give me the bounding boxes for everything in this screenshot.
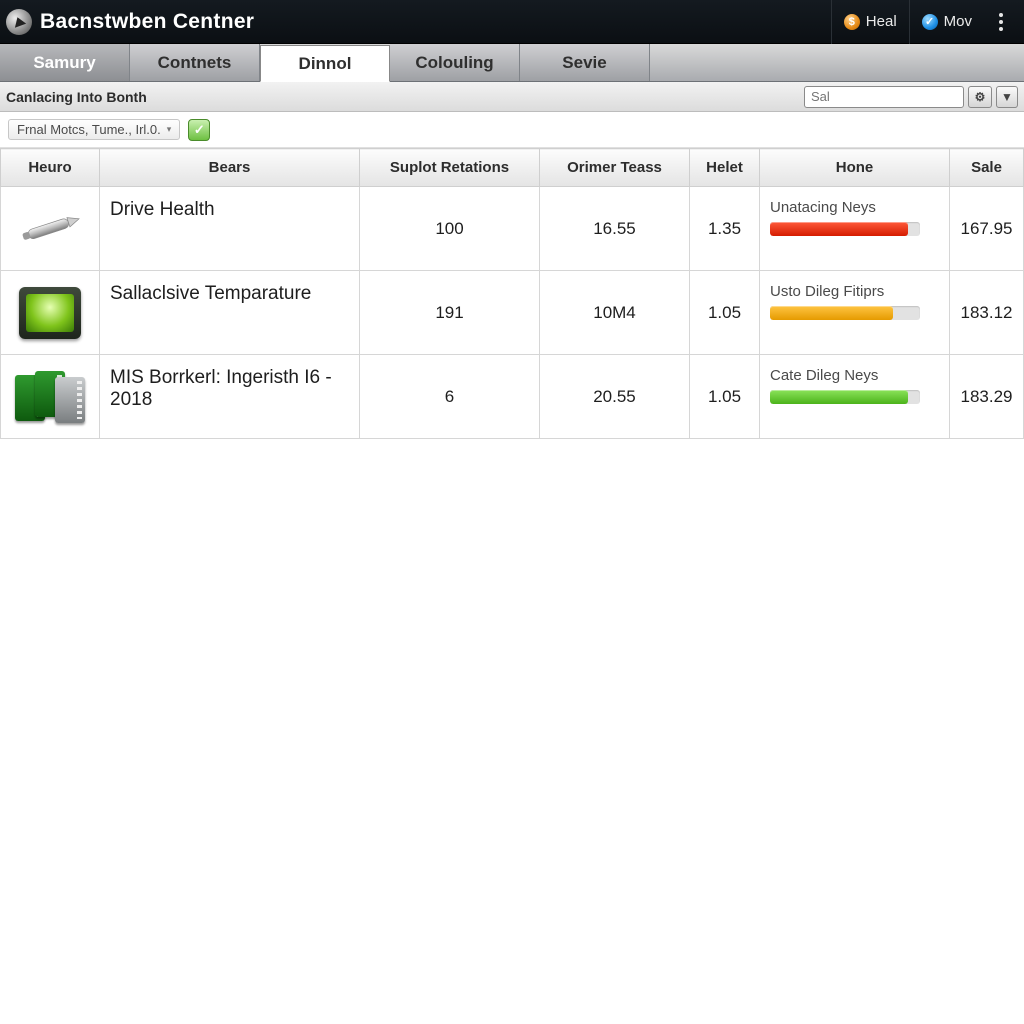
cell-icon bbox=[1, 271, 100, 355]
progress-fill bbox=[770, 222, 908, 236]
check-icon: ✓ bbox=[194, 122, 205, 138]
cell-icon bbox=[1, 187, 100, 271]
cell-helet: 1.35 bbox=[690, 187, 760, 271]
cell-helet: 1.05 bbox=[690, 271, 760, 355]
tab-colouling[interactable]: Colouling bbox=[390, 44, 520, 81]
progress-label: Usto Dileg Fitiprs bbox=[770, 283, 884, 300]
subheader-bar: Canlacing Into Bonth ⚙ ▼ bbox=[0, 82, 1024, 112]
col-bears[interactable]: Bears bbox=[100, 149, 360, 187]
chevron-down-icon: ▾ bbox=[167, 124, 172, 135]
heal-badge-icon: $ bbox=[844, 14, 860, 30]
breadcrumb: Canlacing Into Bonth bbox=[6, 89, 147, 105]
cell-icon bbox=[1, 355, 100, 439]
tab-dinnol[interactable]: Dinnol bbox=[260, 45, 390, 82]
filter-pill[interactable]: Frnal Motcs, Tume., Irl.0. ▾ bbox=[8, 119, 180, 140]
mov-button[interactable]: ✓ Mov bbox=[909, 0, 984, 44]
cell-orimer: 16.55 bbox=[540, 187, 690, 271]
col-orimer[interactable]: Orimer Teass bbox=[540, 149, 690, 187]
col-suplot[interactable]: Suplot Retations bbox=[360, 149, 540, 187]
cell-helet: 1.05 bbox=[690, 355, 760, 439]
col-hone[interactable]: Hone bbox=[760, 149, 950, 187]
progress-fill bbox=[770, 306, 893, 320]
tab-strip: Samury Contnets Dinnol Colouling Sevie bbox=[0, 44, 1024, 82]
sliders-icon: ⚙ bbox=[975, 90, 986, 104]
device-icon bbox=[11, 283, 89, 343]
table-header-row: Heuro Bears Suplot Retations Orimer Teas… bbox=[1, 149, 1024, 187]
progress-label: Cate Dileg Neys bbox=[770, 367, 878, 384]
cell-suplot: 100 bbox=[360, 187, 540, 271]
chevron-down-icon: ▼ bbox=[1001, 90, 1013, 104]
data-table: Heuro Bears Suplot Retations Orimer Teas… bbox=[0, 148, 1024, 439]
tab-label: Dinnol bbox=[299, 54, 352, 74]
search-input[interactable] bbox=[804, 86, 964, 108]
apply-filter-button[interactable]: ✓ bbox=[188, 119, 210, 141]
search-dropdown-button[interactable]: ▼ bbox=[996, 86, 1018, 108]
filter-pill-label: Frnal Motcs, Tume., Irl.0. bbox=[17, 122, 161, 137]
heal-label: Heal bbox=[866, 13, 897, 30]
cell-sale: 167.95 bbox=[950, 187, 1024, 271]
cell-hone: Usto Dileg Fitiprs bbox=[760, 271, 950, 355]
heal-button[interactable]: $ Heal bbox=[831, 0, 909, 44]
cell-name: MIS Borrkerl: Ingeristh I6 - 2018 bbox=[100, 355, 360, 439]
filter-row: Frnal Motcs, Tume., Irl.0. ▾ ✓ bbox=[0, 112, 1024, 148]
app-title: Bacnstwben Centner bbox=[40, 10, 254, 34]
cell-hone: Cate Dileg Neys bbox=[760, 355, 950, 439]
progress-bar bbox=[770, 306, 920, 320]
cell-orimer: 10M4 bbox=[540, 271, 690, 355]
mov-badge-icon: ✓ bbox=[922, 14, 938, 30]
table-row[interactable]: Drive Health10016.551.35 Unatacing Neys 16… bbox=[1, 187, 1024, 271]
settings-button[interactable]: ⚙ bbox=[968, 86, 992, 108]
col-sale[interactable]: Sale bbox=[950, 149, 1024, 187]
tab-sevie[interactable]: Sevie bbox=[520, 44, 650, 81]
progress-bar bbox=[770, 390, 920, 404]
cell-suplot: 6 bbox=[360, 355, 540, 439]
overflow-menu-button[interactable] bbox=[984, 0, 1024, 44]
cell-name: Drive Health bbox=[100, 187, 360, 271]
kebab-icon bbox=[992, 13, 1010, 31]
title-bar: Bacnstwben Centner $ Heal ✓ Mov bbox=[0, 0, 1024, 44]
cell-sale: 183.29 bbox=[950, 355, 1024, 439]
tab-label: Colouling bbox=[415, 53, 493, 73]
cell-sale: 183.12 bbox=[950, 271, 1024, 355]
progress-bar bbox=[770, 222, 920, 236]
server-icon bbox=[11, 367, 89, 427]
drive-icon bbox=[11, 199, 89, 259]
cell-hone: Unatacing Neys bbox=[760, 187, 950, 271]
col-heuro[interactable]: Heuro bbox=[1, 149, 100, 187]
tab-contnets[interactable]: Contnets bbox=[130, 44, 260, 81]
progress-label: Unatacing Neys bbox=[770, 199, 876, 216]
tab-samury[interactable]: Samury bbox=[0, 44, 130, 81]
table-row[interactable]: MIS Borrkerl: Ingeristh I6 - 2018620.551… bbox=[1, 355, 1024, 439]
cell-suplot: 191 bbox=[360, 271, 540, 355]
tab-label: Sevie bbox=[562, 53, 606, 73]
cell-name: Sallaclsive Temparature bbox=[100, 271, 360, 355]
col-helet[interactable]: Helet bbox=[690, 149, 760, 187]
table-row[interactable]: Sallaclsive Temparature19110M41.05 Usto D… bbox=[1, 271, 1024, 355]
mov-label: Mov bbox=[944, 13, 972, 30]
tab-label: Samury bbox=[33, 53, 95, 73]
tab-label: Contnets bbox=[158, 53, 232, 73]
cell-orimer: 20.55 bbox=[540, 355, 690, 439]
app-logo-icon bbox=[6, 9, 32, 35]
progress-fill bbox=[770, 390, 908, 404]
